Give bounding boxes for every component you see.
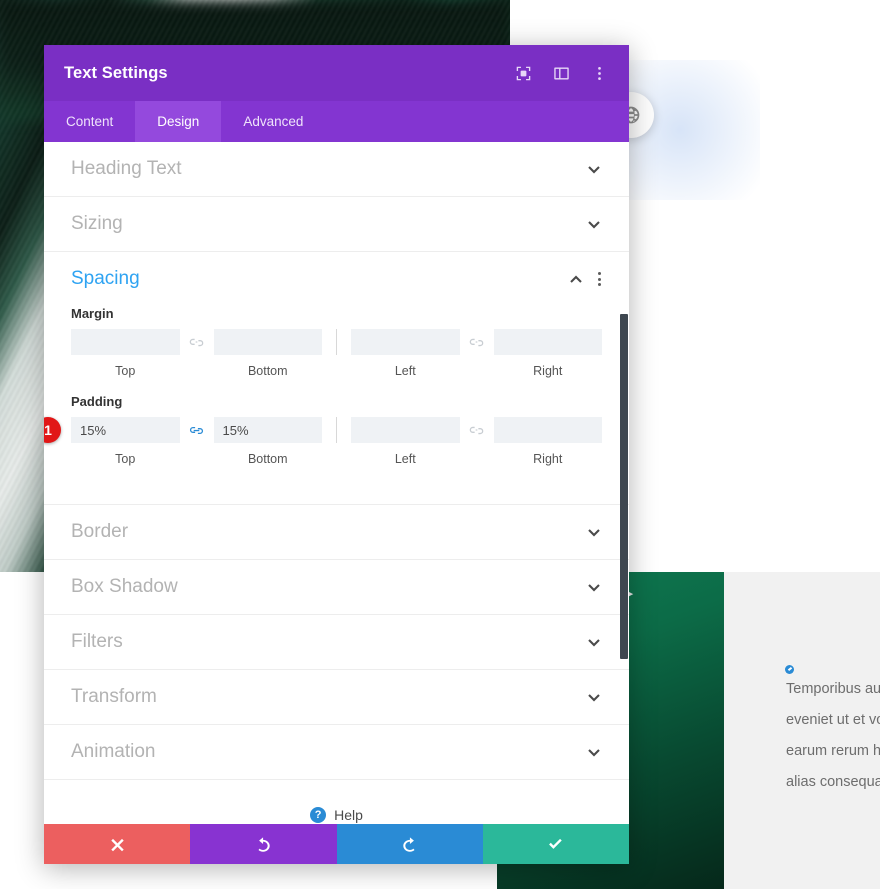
text-settings-modal: Text Settings Content Design Advanced He… [44,45,629,864]
background-paragraph-line: alias consequa [786,774,880,790]
section-transform: Transform [44,670,629,725]
padding-top-input[interactable] [71,417,180,443]
padding-divider [336,417,337,443]
modal-header: Text Settings [44,45,629,101]
padding-left-right-link-icon[interactable] [460,417,494,443]
chain-unlinked-icon [189,338,204,346]
modal-header-actions [513,63,609,83]
margin-left-input[interactable] [351,329,460,355]
section-heading-text-header[interactable]: Heading Text [71,142,602,196]
chevron-down-icon[interactable] [586,161,602,177]
section-animation-header[interactable]: Animation [71,725,602,779]
section-sizing: Sizing [44,197,629,252]
margin-bottom-caption: Bottom [247,364,288,378]
chain-unlinked-icon [469,338,484,346]
save-button[interactable] [482,824,629,864]
padding-bottom-input[interactable] [213,417,322,443]
chain-linked-icon [189,426,204,434]
margin-divider [336,329,337,355]
chevron-down-icon[interactable] [586,579,602,595]
section-filters: Filters [44,615,629,670]
background-paragraph-line: earum rerum h [786,743,880,759]
padding-left-input[interactable] [351,417,460,443]
section-transform-header[interactable]: Transform [71,670,602,724]
help-row[interactable]: ? Help [44,780,629,824]
modal-body: Heading Text Sizing Spacing Margin Top B… [44,142,629,824]
margin-right-caption: Right [533,364,563,378]
layout-split-icon[interactable] [551,63,571,83]
section-options-kebab-icon[interactable] [598,271,602,287]
chevron-down-icon[interactable] [586,524,602,540]
margin-row: Top Bottom Left Right [71,329,602,378]
section-title: Animation [71,741,156,762]
modal-title: Text Settings [64,63,168,82]
margin-top-input[interactable] [71,329,180,355]
padding-top-bottom-link-icon[interactable] [180,417,214,443]
padding-top-caption: Top [115,452,136,466]
chevron-down-icon[interactable] [586,689,602,705]
tab-advanced[interactable]: Advanced [221,101,325,142]
section-title: Transform [71,686,157,707]
chevron-up-icon[interactable] [568,271,584,287]
margin-left-right-link-icon[interactable] [460,329,494,355]
section-spacing: Spacing Margin Top Bottom Left Right Pad… [44,252,629,505]
section-title: Border [71,521,129,542]
section-animation: Animation [44,725,629,780]
section-title: Heading Text [71,158,182,179]
close-button[interactable] [44,824,191,864]
section-filters-header[interactable]: Filters [71,615,602,669]
chevron-down-icon[interactable] [586,634,602,650]
section-border-header[interactable]: Border [71,505,602,559]
section-title: Sizing [71,213,123,234]
margin-bottom-input[interactable] [213,329,322,355]
focus-frame-icon[interactable] [513,63,533,83]
edit-dot-icon[interactable] [785,665,794,674]
margin-left-caption: Left [394,364,416,378]
padding-label: Padding [71,394,123,409]
step-badge: 1 [44,417,61,443]
section-box-shadow-header[interactable]: Box Shadow [71,560,602,614]
margin-top-caption: Top [115,364,136,378]
redo-button[interactable] [336,824,483,864]
chain-unlinked-icon [469,426,484,434]
chevron-down-icon[interactable] [586,744,602,760]
modal-footer [44,824,629,864]
background-paragraph: Temporibus au eveniet ut et vo earum rer… [786,674,880,798]
tab-content[interactable]: Content [44,101,135,142]
kebab-menu-icon[interactable] [589,63,609,83]
padding-bottom-caption: Bottom [247,452,288,466]
margin-right-input[interactable] [493,329,602,355]
section-sizing-header[interactable]: Sizing [71,197,602,251]
chevron-down-icon[interactable] [586,216,602,232]
section-border: Border [44,505,629,560]
padding-right-input[interactable] [493,417,602,443]
section-spacing-body: Margin Top Bottom Left Right Padding 1 1… [44,306,602,504]
section-spacing-header[interactable]: Spacing [71,252,602,306]
undo-button[interactable] [190,824,337,864]
help-icon: ? [310,806,327,823]
background-paragraph-line: eveniet ut et vo [786,712,880,728]
section-title: Filters [71,631,123,652]
padding-row: 1 Top [44,417,602,466]
padding-right-caption: Right [533,452,563,466]
modal-scrollbar[interactable] [620,314,628,659]
section-title: Spacing [71,268,140,289]
margin-label: Margin [71,306,114,321]
tab-design[interactable]: Design [135,101,222,142]
section-heading-text: Heading Text [44,142,629,197]
modal-tabs: Content Design Advanced [44,101,629,142]
section-box-shadow: Box Shadow [44,560,629,615]
section-title: Box Shadow [71,576,178,597]
margin-top-bottom-link-icon[interactable] [180,329,214,355]
padding-left-caption: Left [394,452,416,466]
help-label: Help [334,806,363,823]
background-paragraph-line: Temporibus au [786,681,880,697]
